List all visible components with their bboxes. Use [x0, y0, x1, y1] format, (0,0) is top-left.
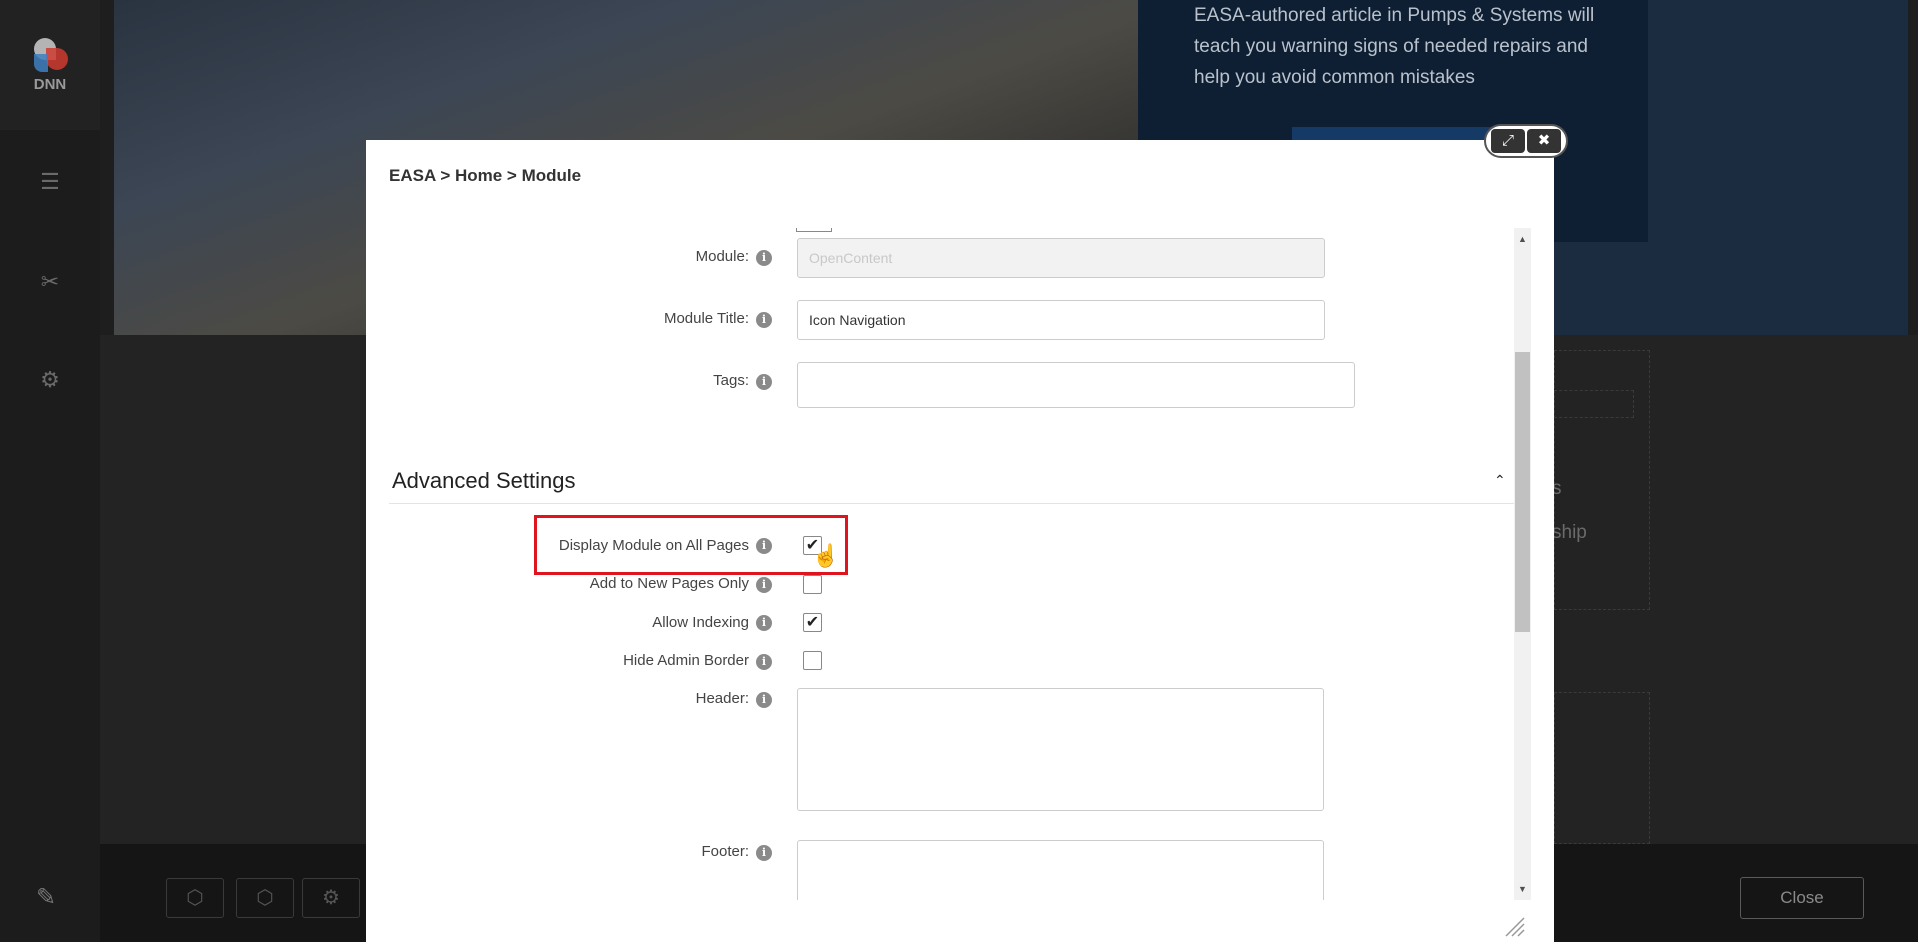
- highlight-box: [534, 515, 848, 575]
- scroll-up-arrow-icon[interactable]: ▲: [1514, 232, 1531, 246]
- allow-indexing-label: Allow Indexing: [652, 614, 749, 631]
- settings-gear-icon[interactable]: ⚙: [38, 368, 62, 392]
- hide-admin-border-label: Hide Admin Border: [623, 652, 749, 669]
- dialog-controls: ⤢ ✖: [1484, 124, 1568, 158]
- info-icon[interactable]: i: [756, 845, 772, 861]
- info-icon[interactable]: i: [756, 692, 772, 708]
- module-title-label: Module Title:: [663, 310, 749, 327]
- module-field: OpenContent: [797, 238, 1325, 278]
- pages-icon[interactable]: ☰: [38, 170, 62, 194]
- tags-input[interactable]: [797, 362, 1355, 408]
- info-icon[interactable]: i: [756, 654, 772, 670]
- background-text: ship: [1552, 522, 1587, 543]
- page-settings-icon[interactable]: ⚙: [302, 878, 360, 918]
- dnn-logo-mark: [32, 37, 68, 74]
- scrollbar-thumb[interactable]: [1515, 352, 1530, 632]
- edit-pencil-icon[interactable]: ✎: [36, 883, 56, 912]
- hide-admin-border-checkbox[interactable]: [803, 651, 822, 670]
- footer-textarea[interactable]: [797, 840, 1324, 900]
- footer-label: Footer:: [701, 843, 749, 860]
- close-edit-mode-button[interactable]: Close: [1740, 877, 1864, 919]
- info-icon[interactable]: i: [756, 374, 772, 390]
- breadcrumb: EASA > Home > Module: [389, 166, 582, 185]
- dnn-logo[interactable]: DNN: [0, 0, 100, 130]
- info-icon[interactable]: i: [756, 250, 772, 266]
- info-icon[interactable]: i: [756, 312, 772, 328]
- footer-clip: [797, 840, 1324, 900]
- tags-label: Tags:: [713, 372, 749, 389]
- background-pane: [1554, 692, 1650, 844]
- advanced-settings-title[interactable]: Advanced Settings: [392, 468, 575, 494]
- new-pages-only-label: Add to New Pages Only: [589, 575, 749, 592]
- close-icon[interactable]: ✖: [1527, 129, 1561, 153]
- background-pane: [1554, 350, 1650, 610]
- background-pane: [1554, 390, 1634, 418]
- dnn-sidebar: DNN: [0, 0, 100, 942]
- info-icon[interactable]: i: [756, 615, 772, 631]
- add-existing-module-icon[interactable]: ⬡: [236, 878, 294, 918]
- collapse-chevron-up-icon[interactable]: ⌃: [1494, 472, 1506, 489]
- allow-indexing-checkbox[interactable]: ✔: [803, 613, 822, 632]
- dnn-logo-text: DNN: [33, 75, 67, 93]
- hand-cursor-icon: ☝: [812, 543, 840, 568]
- header-label: Header:: [695, 690, 749, 707]
- new-pages-only-checkbox[interactable]: [803, 575, 822, 594]
- info-icon[interactable]: i: [756, 577, 772, 593]
- module-label: Module:: [695, 248, 749, 265]
- section-divider: [389, 503, 1514, 504]
- module-title-input[interactable]: Icon Navigation: [797, 300, 1325, 340]
- add-module-icon[interactable]: ⬡: [166, 878, 224, 918]
- tools-icon[interactable]: ✂: [38, 270, 62, 294]
- header-textarea[interactable]: [797, 688, 1324, 811]
- resize-grip-icon[interactable]: [1502, 914, 1526, 938]
- background-hero-text: EASA-authored article in Pumps & Systems…: [1194, 5, 1595, 88]
- maximize-icon[interactable]: ⤢: [1491, 129, 1525, 153]
- scroll-down-arrow-icon[interactable]: ▼: [1514, 882, 1531, 896]
- partial-control: [796, 228, 832, 232]
